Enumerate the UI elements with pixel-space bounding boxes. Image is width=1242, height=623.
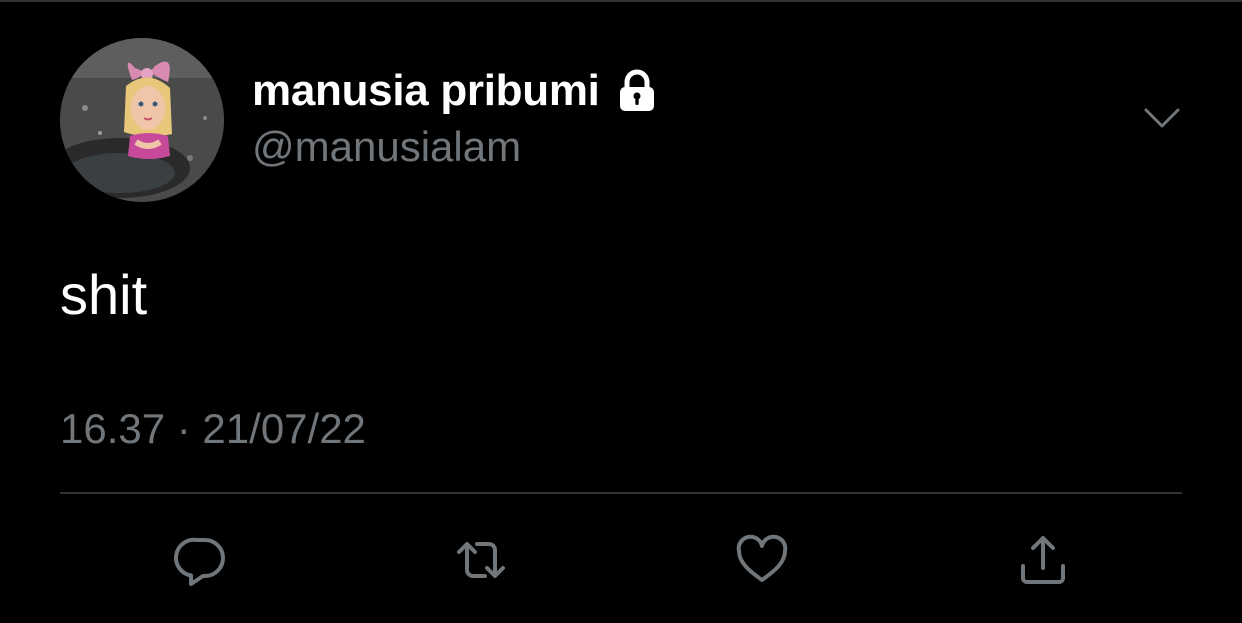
tweet-detail: manusia pribumi @manusialam shit 16.37 ·… [0,0,1242,623]
avatar-image [60,38,224,202]
reply-icon [174,537,225,586]
tweet-text: shit [60,263,148,326]
reply-button[interactable] [171,530,231,590]
user-handle[interactable]: @manusialam [252,122,521,172]
tweet-timestamp[interactable]: 16.37 · 21/07/22 [60,404,366,454]
display-name[interactable]: manusia pribumi [252,66,600,116]
lock-icon [614,68,660,114]
retweet-icon [457,542,505,578]
avatar[interactable] [60,38,224,202]
heart-icon [736,534,788,582]
retweet-button[interactable] [451,530,511,590]
more-options-button[interactable] [1140,100,1184,136]
share-button[interactable] [1013,530,1073,590]
name-row: manusia pribumi [252,66,660,116]
divider [60,492,1182,494]
share-icon [1021,536,1065,584]
like-button[interactable] [732,530,792,590]
chevron-down-icon [1144,108,1180,128]
